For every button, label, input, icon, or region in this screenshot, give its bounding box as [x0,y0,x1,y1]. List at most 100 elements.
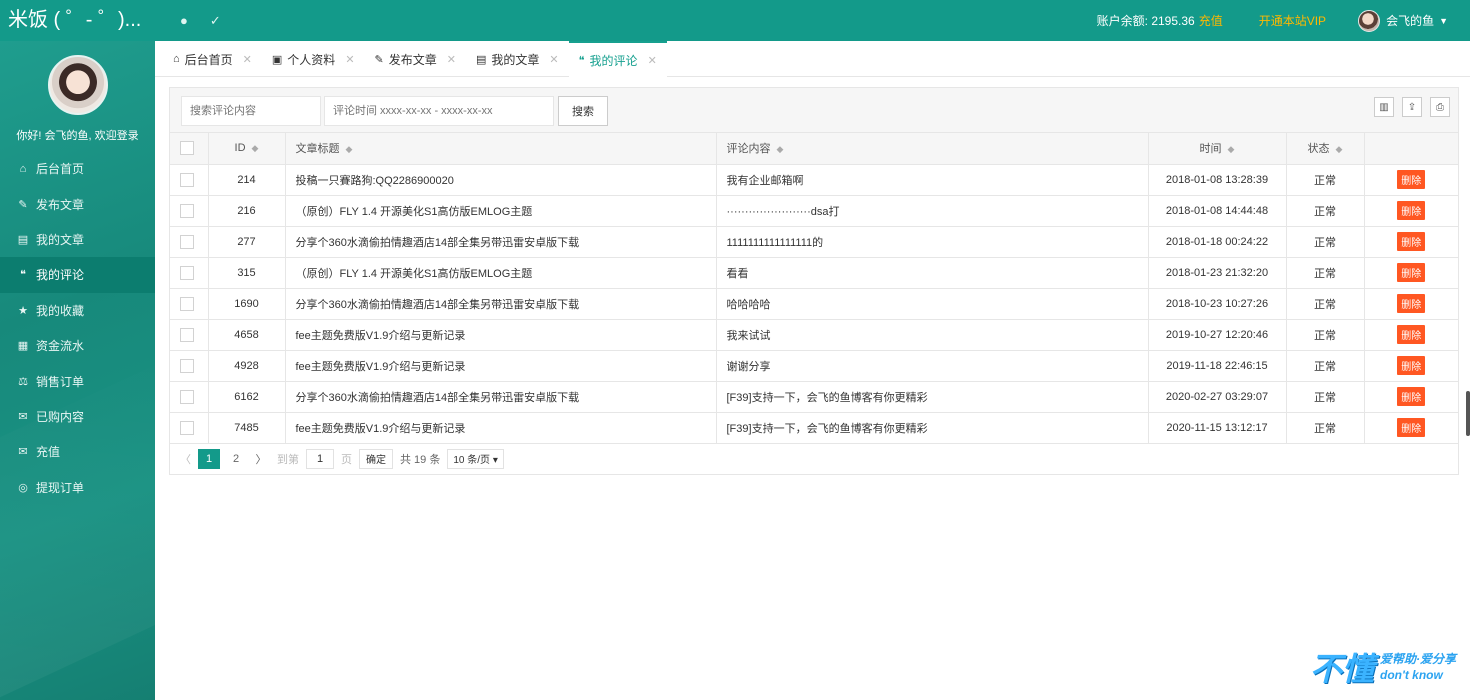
user-menu[interactable]: 会飞的鱼 ▼ [1358,9,1448,32]
top-icon-group: ● ✓ [180,0,221,41]
cell-title[interactable]: 分享个360水滴偷拍情趣酒店14部全集另带迅雷安卓版下载 [285,226,717,258]
row-checkbox[interactable] [180,389,194,404]
header-title[interactable]: 文章标题 ◆ [285,133,717,165]
goto-page-input[interactable]: 1 [306,448,334,469]
delete-button[interactable]: 删除 [1397,201,1426,220]
export-icon[interactable]: ⇪ [1402,97,1422,117]
sort-icon: ◆ [776,144,784,155]
cell-time: 2018-01-08 14:44:48 [1148,195,1287,227]
cell-id: 214 [208,164,286,196]
row-checkbox[interactable] [180,327,194,342]
sidebar-nav: ⌂ 后台首页 ✎ 发布文章 ▤ 我的文章 ❝ 我的评论 ★ 我的收藏 ▦ 资金流水 ⚖ 销售订… [0,151,155,505]
sidebar-item-purchased[interactable]: ✉ 已购内容 [0,399,155,434]
header-time[interactable]: 时间 ◆ [1148,133,1287,165]
tab-my-comments[interactable]: ❝ 我的评论 ✕ [568,41,667,78]
scrollbar[interactable] [1466,391,1470,436]
cell-title[interactable]: （原创）FLY 1.4 开源美化S1高仿版EMLOG主题 [285,257,717,289]
sidebar-item-my-articles[interactable]: ▤ 我的文章 [0,222,155,257]
delete-button[interactable]: 删除 [1397,387,1426,406]
header-status[interactable]: 状态 ◆ [1286,133,1365,165]
delete-button[interactable]: 删除 [1397,356,1426,375]
row-checkbox[interactable] [180,420,194,435]
cell-time: 2018-10-23 10:27:26 [1148,288,1287,320]
row-select-cell [170,350,209,382]
tab-my-articles[interactable]: ▤ 我的文章 ✕ [466,41,569,77]
search-input[interactable] [181,96,321,126]
table-row: 277 分享个360水滴偷拍情趣酒店14部全集另带迅雷安卓版下载 111111111… [170,226,1458,258]
cell-title[interactable]: 分享个360水滴偷拍情趣酒店14部全集另带迅雷安卓版下载 [285,288,717,320]
row-checkbox[interactable] [180,265,194,280]
sidebar-item-favorites[interactable]: ★ 我的收藏 [0,293,155,328]
row-checkbox[interactable] [180,234,194,249]
sidebar-item-dashboard[interactable]: ⌂ 后台首页 [0,151,155,186]
header-id[interactable]: ID ◆ [208,133,286,165]
tab-publish[interactable]: ✎ 发布文章 ✕ [365,41,466,77]
cell-content: 1111111111111111的 [716,226,1149,258]
page-1-button[interactable]: 1 [198,448,220,469]
cell-title[interactable]: fee主题免费版V1.9介绍与更新记录 [285,350,717,382]
row-select-cell [170,288,209,320]
delete-button[interactable]: 删除 [1397,263,1426,282]
close-icon[interactable]: ✕ [345,53,354,66]
close-icon[interactable]: ✕ [447,53,456,66]
delete-button[interactable]: 删除 [1397,418,1426,437]
check-icon[interactable]: ✓ [210,13,221,29]
cell-title[interactable]: 投稿一只賽路狗:QQ2286900020 [285,164,717,196]
watermark-text: 不懂 [1309,651,1374,687]
delete-button[interactable]: 删除 [1397,232,1426,251]
select-all-checkbox[interactable] [180,141,194,156]
cell-content: [F39]支持一下，会飞的鱼博客有你更精彩 [716,381,1149,413]
prev-page-button[interactable]: 〈 [180,451,191,467]
row-select-cell [170,195,209,227]
row-checkbox[interactable] [180,358,194,373]
header-content[interactable]: 评论内容 ◆ [716,133,1149,165]
close-icon[interactable]: ✕ [648,54,657,67]
cell-id: 7485 [208,412,286,444]
cell-title[interactable]: （原创）FLY 1.4 开源美化S1高仿版EMLOG主题 [285,195,717,227]
watermark-slogan: 爱帮助·爱分享 don't know [1380,651,1456,683]
goto-label: 到第 [277,453,299,466]
circle-icon[interactable]: ● [180,13,188,28]
tab-profile[interactable]: ▣ 个人资料 ✕ [262,41,365,77]
page-2-button[interactable]: 2 [227,453,245,465]
tab-label: 我的文章 [491,52,540,67]
delete-button[interactable]: 删除 [1397,325,1426,344]
page-size-select[interactable]: 10 条/页 ▾ [447,448,504,469]
sidebar-item-my-comments[interactable]: ❝ 我的评论 [0,257,155,293]
close-icon[interactable]: ✕ [243,53,252,66]
watermark-line2: don't know [1380,668,1443,682]
row-checkbox[interactable] [180,296,194,311]
recharge-link[interactable]: 充值 [1199,12,1223,29]
cell-title[interactable]: 分享个360水滴偷拍情趣酒店14部全集另带迅雷安卓版下载 [285,381,717,413]
cell-time: 2018-01-08 13:28:39 [1148,164,1287,196]
cell-title[interactable]: fee主题免费版V1.9介绍与更新记录 [285,319,717,351]
sidebar-item-publish[interactable]: ✎ 发布文章 [0,186,155,221]
columns-icon[interactable]: ▥ [1374,97,1394,117]
cell-status: 正常 [1286,381,1365,413]
vip-link[interactable]: 开通本站VIP [1259,12,1326,29]
print-icon[interactable]: ⎙ [1430,97,1450,117]
close-icon[interactable]: ✕ [549,53,558,66]
delete-button[interactable]: 删除 [1397,294,1426,313]
cell-status: 正常 [1286,226,1365,258]
sidebar-item-sales-orders[interactable]: ⚖ 销售订单 [0,363,155,398]
date-range-input[interactable] [324,96,554,126]
sidebar-item-recharge[interactable]: ✉ 充值 [0,434,155,469]
site-logo[interactable]: 米饭 ( ゜- ゜)... [0,0,155,41]
delete-button[interactable]: 删除 [1397,170,1426,189]
sidebar-item-withdraw[interactable]: ◎ 提现订单 [0,470,155,505]
row-checkbox[interactable] [180,172,194,187]
confirm-page-button[interactable]: 确定 [359,448,393,469]
next-page-button[interactable]: 〉 [252,451,270,467]
table-row: 7485 fee主题免费版V1.9介绍与更新记录 [F39]支持一下，会飞的鱼博客有… [170,412,1458,444]
row-select-cell [170,381,209,413]
row-checkbox[interactable] [180,203,194,218]
cell-status: 正常 [1286,288,1365,320]
sidebar-item-funds[interactable]: ▦ 资金流水 [0,328,155,363]
tab-dashboard[interactable]: ⌂ 后台首页 ✕ [163,41,262,77]
watermark-line1: 爱帮助·爱分享 [1380,652,1456,666]
cell-id: 216 [208,195,286,227]
search-button[interactable]: 搜索 [558,96,608,126]
cell-title[interactable]: fee主题免费版V1.9介绍与更新记录 [285,412,717,444]
balance-label: 账户余额: 2195.36 [1096,14,1195,28]
